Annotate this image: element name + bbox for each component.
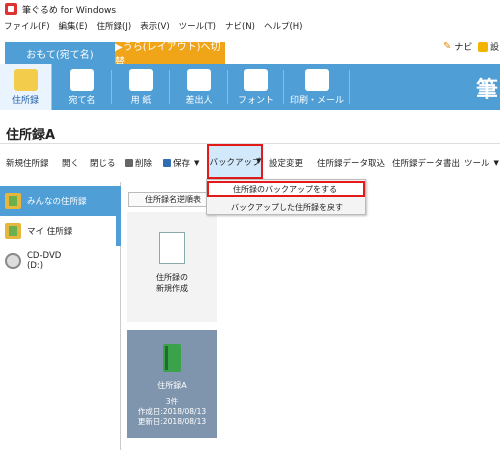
address-book-icon: [5, 193, 21, 209]
mode-bar: おもて(宛て名) ▶うら(レイアウト)へ切替: [0, 36, 500, 68]
sidebar: みんなの住所録 マイ 住所録 CD-DVD (D:): [0, 182, 121, 450]
toolbar-sender-label: 差出人: [185, 96, 213, 106]
disc-icon: [5, 253, 21, 269]
save-icon: [163, 159, 171, 167]
toolbar-print-mail-label: 印刷・メール: [289, 96, 344, 106]
app-icon: [5, 3, 17, 15]
address-book-icon: [13, 69, 38, 91]
menu-item-restore[interactable]: バックアップした住所録を戻す: [207, 199, 365, 215]
close-label: 閉じる: [90, 159, 116, 169]
import-data-button[interactable]: 住所録データ取込: [317, 157, 385, 169]
toolbar-font[interactable]: フォント: [228, 64, 284, 110]
settings-shortcut[interactable]: 設: [478, 40, 499, 53]
toolbar-address-book[interactable]: 住所録: [0, 64, 52, 110]
recipient-icon: [70, 69, 94, 91]
toolbar-paper-label: 用 紙: [130, 96, 152, 106]
backup-label: バックアップ: [209, 157, 261, 168]
new-card-label-line2: 新規作成: [156, 284, 188, 293]
tools-button[interactable]: ツール ▼: [464, 157, 499, 169]
sort-button[interactable]: 住所録名逆順表: [128, 192, 218, 207]
title-bar: 筆ぐるめ for Windows: [0, 0, 500, 18]
toolbar-paper[interactable]: 用 紙: [112, 64, 170, 110]
address-book-name: 住所録A: [157, 381, 187, 390]
page-title: 住所録A: [6, 128, 56, 143]
export-data-label: 住所録データ書出: [392, 159, 461, 169]
delete-button[interactable]: 削除: [125, 157, 152, 169]
address-book-icon: [5, 223, 21, 239]
chevron-down-icon: ▼: [493, 159, 499, 167]
open-label: 開く: [62, 159, 80, 169]
new-address-book-card[interactable]: 住所録の 新規作成: [127, 212, 217, 322]
import-data-label: 住所録データ取込: [317, 159, 386, 169]
menu-view[interactable]: 表示(V): [140, 20, 169, 32]
sidebar-item-label: みんなの住所録: [27, 197, 87, 207]
created-date: 作成日:2018/08/13: [137, 407, 207, 416]
tab-back-layout[interactable]: ▶うら(レイアウト)へ切替: [115, 42, 225, 68]
menu-bar: ファイル(F) 編集(E) 住所録(J) 表示(V) ツール(T) ナビ(N) …: [0, 18, 500, 34]
navi-button[interactable]: ✎ ナビ: [443, 40, 472, 53]
record-count: 3件: [165, 397, 179, 406]
settings-icon: [478, 41, 488, 52]
menu-item-backup[interactable]: 住所録のバックアップをする: [207, 181, 365, 197]
menu-address-book[interactable]: 住所録(J): [97, 20, 132, 32]
save-button[interactable]: 保存 ▼: [163, 157, 199, 169]
new-card-label: 住所録の 新規作成: [156, 272, 188, 294]
menu-edit[interactable]: 編集(E): [59, 20, 88, 32]
toolbar-recipient-label: 宛て名: [68, 96, 96, 106]
new-address-book-button[interactable]: 新規住所録: [6, 157, 49, 169]
settings-shortcut-label: 設: [490, 43, 500, 53]
toolbar-sender[interactable]: 差出人: [170, 64, 228, 110]
new-document-icon: [155, 229, 185, 264]
tools-label: ツール: [464, 159, 490, 169]
export-data-button[interactable]: 住所録データ書出: [392, 157, 460, 169]
sidebar-item-sublabel: (D:): [27, 261, 44, 271]
navi-label: ナビ: [454, 43, 473, 53]
navi-icon: ✎: [443, 41, 452, 52]
chevron-down-icon: ▼: [194, 159, 200, 167]
toolbar-print-mail[interactable]: 印刷・メール: [284, 64, 350, 110]
trash-icon: [125, 159, 133, 167]
new-card-label-line1: 住所録の: [156, 273, 188, 282]
printer-icon: [305, 69, 329, 91]
close-button[interactable]: 閉じる: [90, 157, 116, 169]
sidebar-item-shared-address-book[interactable]: みんなの住所録: [0, 186, 121, 216]
font-icon: [244, 69, 268, 91]
main-toolbar: 住所録 宛て名 用 紙 差出人 フォント 印刷・メール 筆: [0, 64, 500, 110]
sidebar-scrollbar[interactable]: [116, 186, 121, 246]
backup-dropdown-menu: 住所録のバックアップをする バックアップした住所録を戻す: [206, 179, 366, 215]
toolbar-separator: [349, 70, 350, 104]
settings-change-button[interactable]: 設定変更: [269, 157, 303, 169]
new-address-book-label: 新規住所録: [6, 159, 49, 169]
menu-tools[interactable]: ツール(T): [179, 20, 216, 32]
open-button[interactable]: 開く: [62, 157, 79, 169]
settings-change-label: 設定変更: [269, 159, 304, 169]
menu-navi[interactable]: ナビ(N): [225, 20, 255, 32]
toolbar-recipient[interactable]: 宛て名: [52, 64, 112, 110]
sidebar-item-my-address-book[interactable]: マイ 住所録: [0, 216, 121, 246]
toolbar-font-label: フォント: [237, 96, 274, 106]
menu-help[interactable]: ヘルプ(H): [264, 20, 303, 32]
menu-file[interactable]: ファイル(F): [4, 20, 50, 32]
brand-logo: 筆: [476, 78, 499, 103]
delete-label: 削除: [135, 159, 153, 169]
chevron-down-icon[interactable]: ▼: [256, 157, 261, 165]
address-book-meta: 3件 作成日:2018/08/13 更新日:2018/08/13: [138, 397, 206, 427]
save-label: 保存: [173, 159, 191, 169]
sender-icon: [187, 69, 211, 91]
address-book-card-selected[interactable]: 住所録A 3件 作成日:2018/08/13 更新日:2018/08/13: [127, 330, 217, 438]
tab-front-address[interactable]: おもて(宛て名): [5, 42, 115, 64]
notebook-icon: [163, 344, 181, 372]
backup-button[interactable]: バックアップ: [207, 144, 263, 179]
address-book-list: 住所録名逆順表 住所録の 新規作成 住所録A 3件 作成日:2018/08/13…: [122, 182, 500, 450]
sidebar-item-label: マイ 住所録: [27, 227, 73, 237]
updated-date: 更新日:2018/08/13: [137, 417, 207, 426]
toolbar-address-book-label: 住所録: [11, 96, 39, 106]
window-title: 筆ぐるめ for Windows: [22, 5, 117, 16]
paper-icon: [129, 69, 153, 91]
sidebar-item-cd-dvd[interactable]: CD-DVD (D:): [0, 246, 121, 276]
sidebar-item-label: CD-DVD: [27, 251, 62, 261]
